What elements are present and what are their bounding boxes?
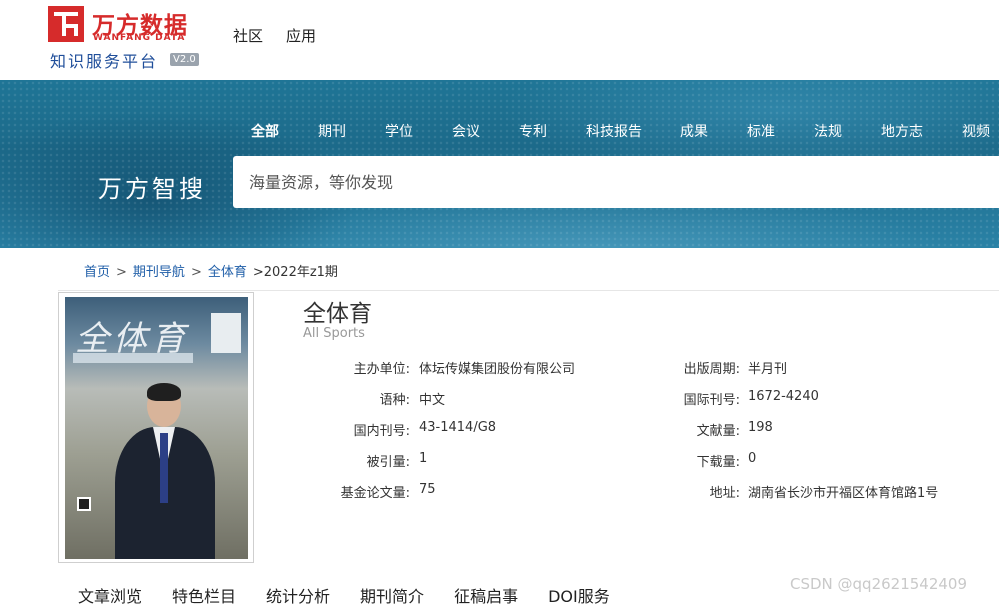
info-label-publisher: 主办单位:	[353, 362, 410, 377]
tab-statistics[interactable]: 统计分析	[266, 583, 330, 607]
breadcrumb-current: >2022年z1期	[252, 265, 338, 280]
info-value-cn-number: 43-1414/G8	[419, 420, 497, 435]
nav-link-community[interactable]: 社区	[233, 25, 263, 46]
wanfang-logo-mark-icon	[48, 6, 84, 42]
breadcrumb-journal[interactable]: 全体育	[208, 265, 247, 280]
category-tab-conference[interactable]: 会议	[452, 121, 519, 141]
breadcrumb-separator: >	[116, 265, 127, 280]
info-label-frequency: 出版周期:	[683, 362, 740, 377]
tab-journal-intro[interactable]: 期刊简介	[360, 583, 424, 607]
info-label-cn-number: 国内刊号:	[353, 424, 410, 439]
category-tab-degree[interactable]: 学位	[385, 121, 452, 141]
info-label-funded-papers: 基金论文量:	[340, 486, 410, 501]
watermark: CSDN @qq2621542409	[790, 575, 968, 593]
category-tab-achievement[interactable]: 成果	[680, 121, 747, 141]
tab-doi-service[interactable]: DOI服务	[548, 583, 610, 607]
journal-cover: 全体育	[58, 292, 254, 563]
journal-title: 全体育	[303, 301, 372, 327]
info-value-issn: 1672-4240	[748, 389, 819, 404]
top-nav: 社区 应用	[233, 25, 316, 46]
journal-title-en: All Sports	[303, 326, 365, 341]
breadcrumb-journal-nav[interactable]: 期刊导航	[133, 265, 185, 280]
journal-tabs: 文章浏览 特色栏目 统计分析 期刊简介 征稿启事 DOI服务	[78, 583, 640, 607]
info-label-downloads: 下载量:	[696, 455, 740, 470]
tab-featured-columns[interactable]: 特色栏目	[172, 583, 236, 607]
search-brand-title: 万方智搜	[98, 175, 206, 203]
info-label-citations: 被引量:	[366, 455, 410, 470]
category-tab-local-chronicle[interactable]: 地方志	[881, 121, 962, 141]
cover-person-photo	[115, 383, 215, 559]
info-value-publisher: 体坛传媒集团股份有限公司	[419, 362, 576, 377]
category-tab-all[interactable]: 全部	[251, 121, 318, 141]
cover-image: 全体育	[65, 297, 248, 559]
info-label-issn: 国际刊号:	[683, 393, 740, 408]
info-label-article-count: 文献量:	[696, 424, 740, 439]
info-value-citations: 1	[419, 451, 428, 466]
top-header: 万方数据 WANFANG DATA 知识服务平台 V2.0 社区 应用	[0, 0, 999, 80]
category-tab-video[interactable]: 视频	[962, 121, 999, 141]
search-banner: 全部 期刊 学位 会议 专利 科技报告 成果 标准 法规 地方志 视频 万方智搜	[0, 80, 999, 248]
breadcrumb: 首页 > 期刊导航 > 全体育 >2022年z1期	[84, 261, 338, 280]
tab-call-for-papers[interactable]: 征稿启事	[454, 583, 518, 607]
qr-code-icon	[77, 497, 91, 511]
info-value-downloads: 0	[748, 451, 757, 466]
category-tab-journal[interactable]: 期刊	[318, 121, 385, 141]
category-tab-patent[interactable]: 专利	[519, 121, 586, 141]
version-badge: V2.0	[170, 53, 199, 66]
tab-article-browse[interactable]: 文章浏览	[78, 583, 142, 607]
logo-text-en: WANFANG DATA	[93, 33, 186, 43]
info-label-language: 语种:	[379, 393, 410, 408]
nav-link-apps[interactable]: 应用	[286, 25, 316, 46]
info-value-frequency: 半月刊	[748, 362, 788, 377]
search-input[interactable]	[233, 156, 999, 208]
info-label-address: 地址:	[709, 486, 740, 501]
logo-subtitle: 知识服务平台	[50, 52, 159, 71]
category-tab-standard[interactable]: 标准	[747, 121, 814, 141]
category-tab-regulation[interactable]: 法规	[814, 121, 881, 141]
category-tab-tech-report[interactable]: 科技报告	[586, 121, 680, 141]
breadcrumb-home[interactable]: 首页	[84, 265, 110, 280]
resource-category-nav: 全部 期刊 学位 会议 专利 科技报告 成果 标准 法规 地方志 视频	[251, 121, 999, 141]
breadcrumb-separator: >	[190, 265, 202, 280]
info-value-funded-papers: 75	[419, 482, 436, 497]
info-value-article-count: 198	[748, 420, 773, 435]
divider	[58, 290, 999, 291]
info-value-language: 中文	[419, 393, 446, 408]
info-value-address: 湖南省长沙市开福区体育馆路1号	[748, 486, 939, 501]
wanfang-logo[interactable]: 万方数据 WANFANG DATA 知识服务平台 V2.0	[48, 6, 208, 71]
